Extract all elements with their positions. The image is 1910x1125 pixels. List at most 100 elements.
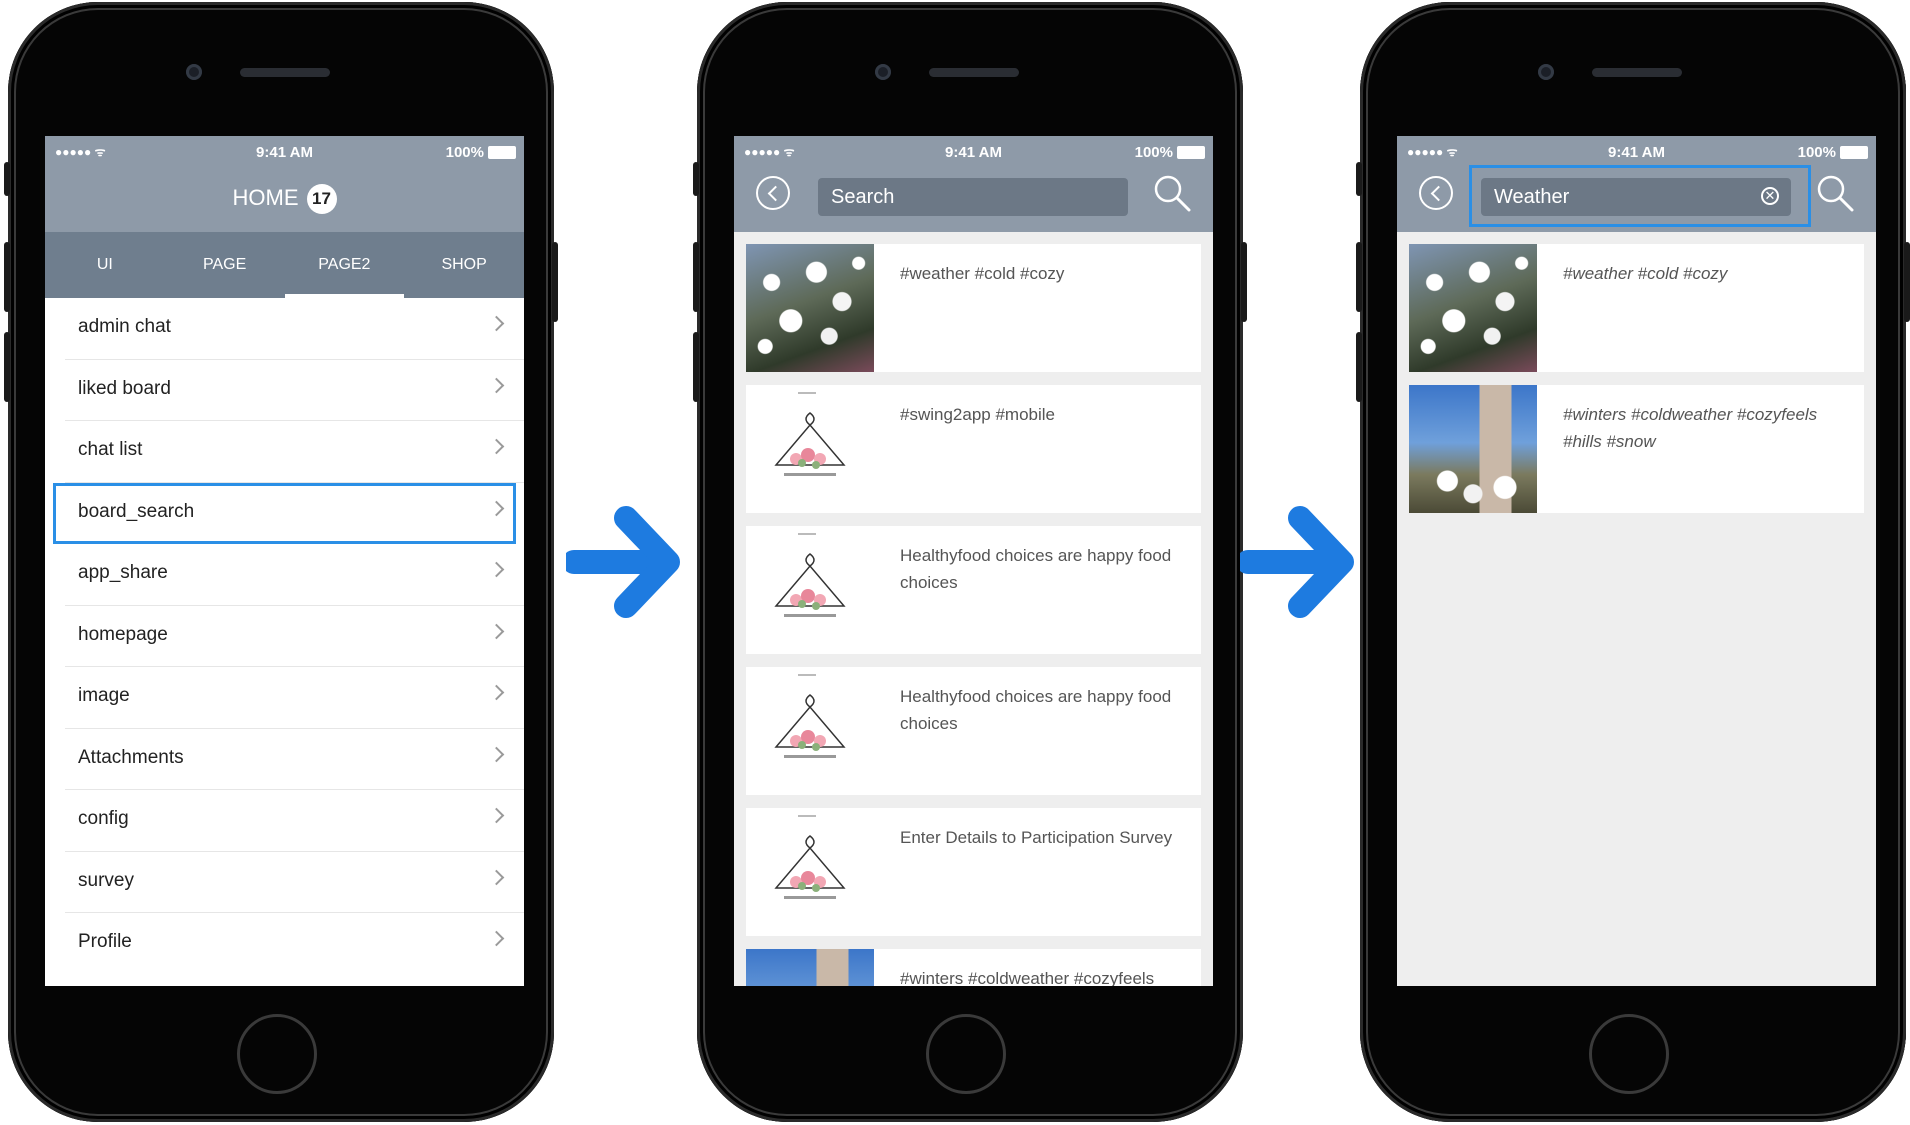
arrow-right-icon [1240, 506, 1354, 618]
post-title: #weather #cold #cozy [900, 264, 1065, 283]
post-title: #winters #coldweather #cozyfeels #hills … [1563, 405, 1818, 451]
chevron-right-icon [488, 438, 505, 455]
tab-bar: UI PAGE PAGE2 SHOP [45, 232, 524, 298]
post-title: Enter Details to Participation Survey [900, 828, 1173, 847]
menu-item-label: board_search [78, 500, 195, 522]
tab-page2[interactable]: PAGE2 [284, 232, 405, 298]
home-button[interactable] [1589, 1014, 1669, 1094]
list-item[interactable]: Healthyfood choices are happy food choic… [746, 526, 1201, 654]
chevron-right-icon [488, 315, 505, 332]
chevron-right-icon [488, 869, 505, 885]
post-title: Healthyfood choices are happy food choic… [900, 687, 1172, 733]
volume-up-button [693, 242, 699, 312]
back-icon[interactable] [756, 176, 790, 210]
tab-shop[interactable]: SHOP [404, 232, 524, 298]
speaker [1592, 68, 1682, 77]
post-title: #swing2app #mobile [900, 405, 1055, 424]
tab-ui[interactable]: UI [45, 232, 165, 298]
post-title: Healthyfood choices are happy food choic… [900, 546, 1172, 592]
menu-item-label: admin chat [78, 316, 171, 337]
battery-percent: 100% [1134, 144, 1173, 161]
building-photo [1409, 385, 1537, 513]
menu-item-label: liked board [78, 377, 171, 399]
mute-switch [693, 162, 699, 196]
power-button [1904, 242, 1910, 322]
chevron-right-icon [488, 500, 505, 516]
status-bar: ●●●●● ᯤ 9:41 AM 100% [1397, 136, 1876, 168]
page-title: HOME 17 [45, 184, 524, 214]
phone-3-frame: ●●●●● ᯤ 9:41 AM 100% Weather ✕ #weather … [1356, 2, 1910, 1122]
home-button[interactable] [926, 1014, 1006, 1094]
menu-item-chat-list[interactable]: chat list [45, 421, 524, 483]
mute-switch [4, 162, 10, 196]
menu-list: admin chat liked board chat list board_s… [45, 298, 524, 975]
list-item[interactable]: #swing2app #mobile [746, 385, 1201, 513]
list-item[interactable]: Enter Details to Participation Survey [746, 808, 1201, 936]
list-item[interactable]: #weather #cold #cozy [1409, 244, 1864, 372]
search-input[interactable]: Search [818, 178, 1128, 216]
hanger-logo [746, 526, 874, 654]
speaker [240, 68, 330, 77]
chevron-right-icon [488, 561, 505, 578]
menu-item-app-share[interactable]: app_share [45, 544, 524, 606]
blossom-photo [1409, 244, 1537, 372]
menu-item-label: survey [78, 869, 134, 891]
volume-down-button [4, 332, 10, 402]
back-icon[interactable] [1419, 176, 1453, 210]
volume-up-button [1356, 242, 1362, 312]
search-icon[interactable] [1816, 174, 1854, 212]
chevron-right-icon [488, 930, 505, 947]
menu-item-label: homepage [78, 623, 168, 645]
menu-item-attachments[interactable]: Attachments [45, 729, 524, 790]
hanger-logo [746, 808, 874, 936]
menu-item-survey[interactable]: survey [45, 852, 524, 913]
menu-item-image[interactable]: image [45, 667, 524, 729]
chevron-right-icon [488, 684, 505, 701]
volume-down-button [693, 332, 699, 402]
chevron-right-icon [488, 623, 505, 639]
building-photo [746, 949, 874, 986]
screen-home-menu: ●●●●● ᯤ 9:41 AM 100% HOME 17 UI PAGE PAGE… [45, 136, 524, 986]
status-bar: ●●●●● ᯤ 9:41 AM 100% [45, 136, 524, 168]
list-item[interactable]: #winters #coldweather #cozyfeels #hills … [1409, 385, 1864, 513]
camera [1538, 64, 1554, 80]
result-list: #weather #cold #cozy #winters #coldweath… [1397, 232, 1876, 986]
menu-item-config[interactable]: config [45, 790, 524, 852]
power-button [1241, 242, 1247, 322]
speaker [929, 68, 1019, 77]
volume-down-button [1356, 332, 1362, 402]
battery-percent: 100% [445, 144, 484, 161]
search-icon[interactable] [1153, 174, 1191, 212]
post-title: #weather #cold #cozy [1563, 264, 1728, 283]
hanger-logo [746, 385, 874, 513]
search-focus-highlight [1469, 165, 1811, 227]
status-bar: ●●●●● ᯤ 9:41 AM 100% [734, 136, 1213, 168]
blossom-photo [746, 244, 874, 372]
menu-item-board-search[interactable]: board_search [53, 482, 516, 544]
menu-item-label: app_share [78, 562, 168, 583]
search-header: ●●●●● ᯤ 9:41 AM 100% Search [734, 136, 1213, 232]
menu-item-homepage[interactable]: homepage [45, 606, 524, 667]
battery-icon [488, 146, 516, 159]
list-item[interactable]: #winters #coldweather #cozyfeels [746, 949, 1201, 986]
battery-icon [1840, 146, 1868, 159]
menu-item-profile[interactable]: Profile [45, 913, 524, 975]
notification-badge: 17 [306, 184, 337, 214]
mute-switch [1356, 162, 1362, 196]
screen-search-results: ●●●●● ᯤ 9:41 AM 100% Weather ✕ #weather … [1397, 136, 1876, 986]
menu-item-admin-chat[interactable]: admin chat [45, 298, 524, 360]
tab-page[interactable]: PAGE [165, 232, 285, 298]
chevron-right-icon [488, 746, 505, 762]
list-item[interactable]: Healthyfood choices are happy food choic… [746, 667, 1201, 795]
result-list: #weather #cold #cozy #swing2app #mobile … [734, 232, 1213, 986]
camera [875, 64, 891, 80]
home-button[interactable] [237, 1014, 317, 1094]
hanger-logo [746, 667, 874, 795]
screen-board-search: ●●●●● ᯤ 9:41 AM 100% Search #weather #co… [734, 136, 1213, 986]
page-title-text: HOME [232, 184, 299, 210]
battery-percent: 100% [1797, 144, 1836, 161]
menu-item-label: config [78, 808, 129, 829]
list-item[interactable]: #weather #cold #cozy [746, 244, 1201, 372]
menu-item-liked-board[interactable]: liked board [45, 360, 524, 421]
battery-icon [1177, 146, 1205, 159]
